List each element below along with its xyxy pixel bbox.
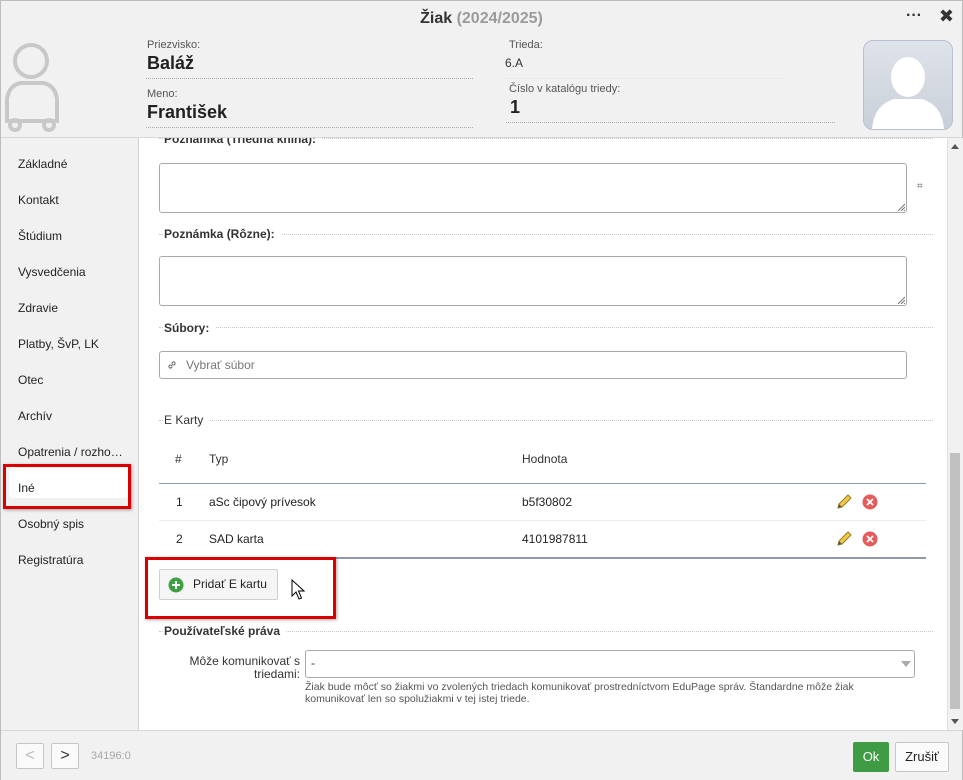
record-id: 34196:0: [91, 750, 131, 762]
cancel-button[interactable]: Zrušiť: [895, 742, 949, 772]
communicate-label-line2: triedami:: [253, 667, 300, 681]
close-icon[interactable]: ✖: [939, 6, 954, 27]
link-icon: [168, 361, 176, 369]
student-header: Priezvisko: Baláž Meno: František Trieda…: [1, 37, 962, 138]
name-value[interactable]: František: [147, 102, 227, 123]
class-label: Trieda:: [509, 39, 543, 51]
content-scrollbar[interactable]: [947, 138, 963, 730]
section-divider: [159, 327, 933, 328]
row-divider: [159, 520, 926, 521]
section-divider: [159, 420, 933, 421]
prev-record-button[interactable]: <: [16, 743, 44, 769]
row-value: 4101987811: [522, 532, 588, 546]
dialog-footer: < > 34196:0 Ok Zrušiť: [1, 730, 962, 780]
column-header-value: Hodnota: [522, 452, 568, 466]
note-class-book-textarea[interactable]: [159, 163, 907, 213]
resize-handle-icon[interactable]: [897, 296, 905, 304]
file-select-placeholder: Vybrať súbor: [186, 358, 255, 372]
communicate-classes-value: -: [311, 656, 315, 670]
surname-value[interactable]: Baláž: [147, 53, 194, 74]
row-type: SAD karta: [209, 532, 264, 546]
communicate-label: Môže komunikovať s triedami:: [169, 655, 300, 681]
sidebar-item-otec[interactable]: Otec: [18, 373, 43, 387]
school-year: (2024/2025): [456, 10, 543, 27]
sidebar-item-archiv[interactable]: Archív: [18, 409, 52, 423]
note-class-book-label: Poznámka (Triedna kniha):: [164, 138, 323, 146]
files-label: Súbory:: [164, 321, 216, 335]
column-header-type: Typ: [209, 452, 229, 466]
sidebar-item-zdravie[interactable]: Zdravie: [18, 301, 58, 315]
note-misc-label: Poznámka (Rôzne):: [164, 227, 281, 241]
student-photo[interactable]: [863, 40, 953, 130]
row-number: 2: [176, 532, 183, 546]
user-rights-title: Používateľské práva: [164, 624, 287, 638]
catalog-label: Číslo v katalógu triedy:: [509, 83, 621, 95]
chevron-down-icon: [901, 661, 911, 667]
sidebar-item-kontakt[interactable]: Kontakt: [18, 193, 59, 207]
name-underline: [146, 127, 473, 128]
class-underline: [505, 78, 785, 79]
communicate-hint: Žiak bude môcť so žiakmi vo zvolených tr…: [305, 681, 915, 705]
student-dialog: Žiak (2024/2025) ··· ✖ Priezvisko: Baláž…: [0, 0, 963, 780]
note-misc-textarea[interactable]: [159, 256, 907, 306]
scroll-down-icon[interactable]: [951, 719, 959, 724]
sidebar-item-registratura[interactable]: Registratúra: [18, 553, 83, 567]
person-silhouette-icon: [872, 57, 944, 129]
communicate-hint-line1: Žiak bude môcť so žiakmi vo zvolených tr…: [305, 681, 854, 693]
highlight-add-ecard: [145, 557, 336, 619]
ecards-title: E Karty: [164, 413, 210, 427]
sidebar-item-opatrenia[interactable]: Opatrenia / rozho…: [18, 445, 123, 459]
sidebar-item-osobny-spis[interactable]: Osobný spis: [18, 517, 84, 531]
surname-label: Priezvisko:: [147, 39, 201, 51]
catalog-number[interactable]: 1: [510, 97, 520, 118]
dialog-title: Žiak (2024/2025): [1, 10, 962, 28]
sidebar-item-studium[interactable]: Štúdium: [18, 229, 62, 243]
scroll-up-icon[interactable]: [951, 144, 959, 149]
next-record-button[interactable]: >: [51, 743, 79, 769]
catalog-underline: [506, 122, 835, 123]
more-icon[interactable]: ···: [906, 7, 922, 25]
ok-button[interactable]: Ok: [853, 742, 889, 772]
communicate-hint-line2: komunikovať len so spolužiakmi v tej ist…: [305, 693, 530, 705]
scrollbar-thumb[interactable]: [950, 453, 960, 709]
name-label: Meno:: [147, 88, 178, 100]
sidebar-item-zakladne[interactable]: Základné: [18, 157, 67, 171]
sidebar: Základné Kontakt Štúdium Vysvedčenia Zdr…: [1, 138, 139, 730]
class-value[interactable]: 6.A: [505, 56, 523, 70]
delete-icon[interactable]: [862, 531, 878, 547]
sidebar-item-vysvedcenia[interactable]: Vysvedčenia: [18, 265, 86, 279]
edit-pencil-icon[interactable]: [835, 530, 853, 548]
content-panel: Poznámka (Triedna kniha): ⌗ Poznámka (Rô…: [139, 138, 947, 730]
title-bar: Žiak (2024/2025) ··· ✖: [1, 1, 962, 37]
resize-handle-icon[interactable]: [897, 203, 905, 211]
table-header-divider: [159, 483, 926, 484]
delete-icon[interactable]: [862, 494, 878, 510]
user-placeholder-icon: [5, 43, 59, 132]
communicate-classes-select[interactable]: -: [305, 650, 915, 678]
highlight-sidebar-ine: [3, 464, 131, 509]
sidebar-item-platby[interactable]: Platby, ŠvP, LK: [18, 337, 99, 351]
row-number: 1: [176, 495, 183, 509]
surname-underline: [146, 78, 473, 79]
column-header-number: #: [175, 452, 182, 466]
file-select-input[interactable]: Vybrať súbor: [159, 351, 907, 379]
row-value: b5f30802: [522, 495, 573, 509]
edit-pencil-icon[interactable]: [835, 493, 853, 511]
row-type: aSc čipový prívesok: [209, 495, 316, 509]
title-text: Žiak: [420, 10, 453, 27]
hash-icon[interactable]: ⌗: [917, 181, 923, 192]
